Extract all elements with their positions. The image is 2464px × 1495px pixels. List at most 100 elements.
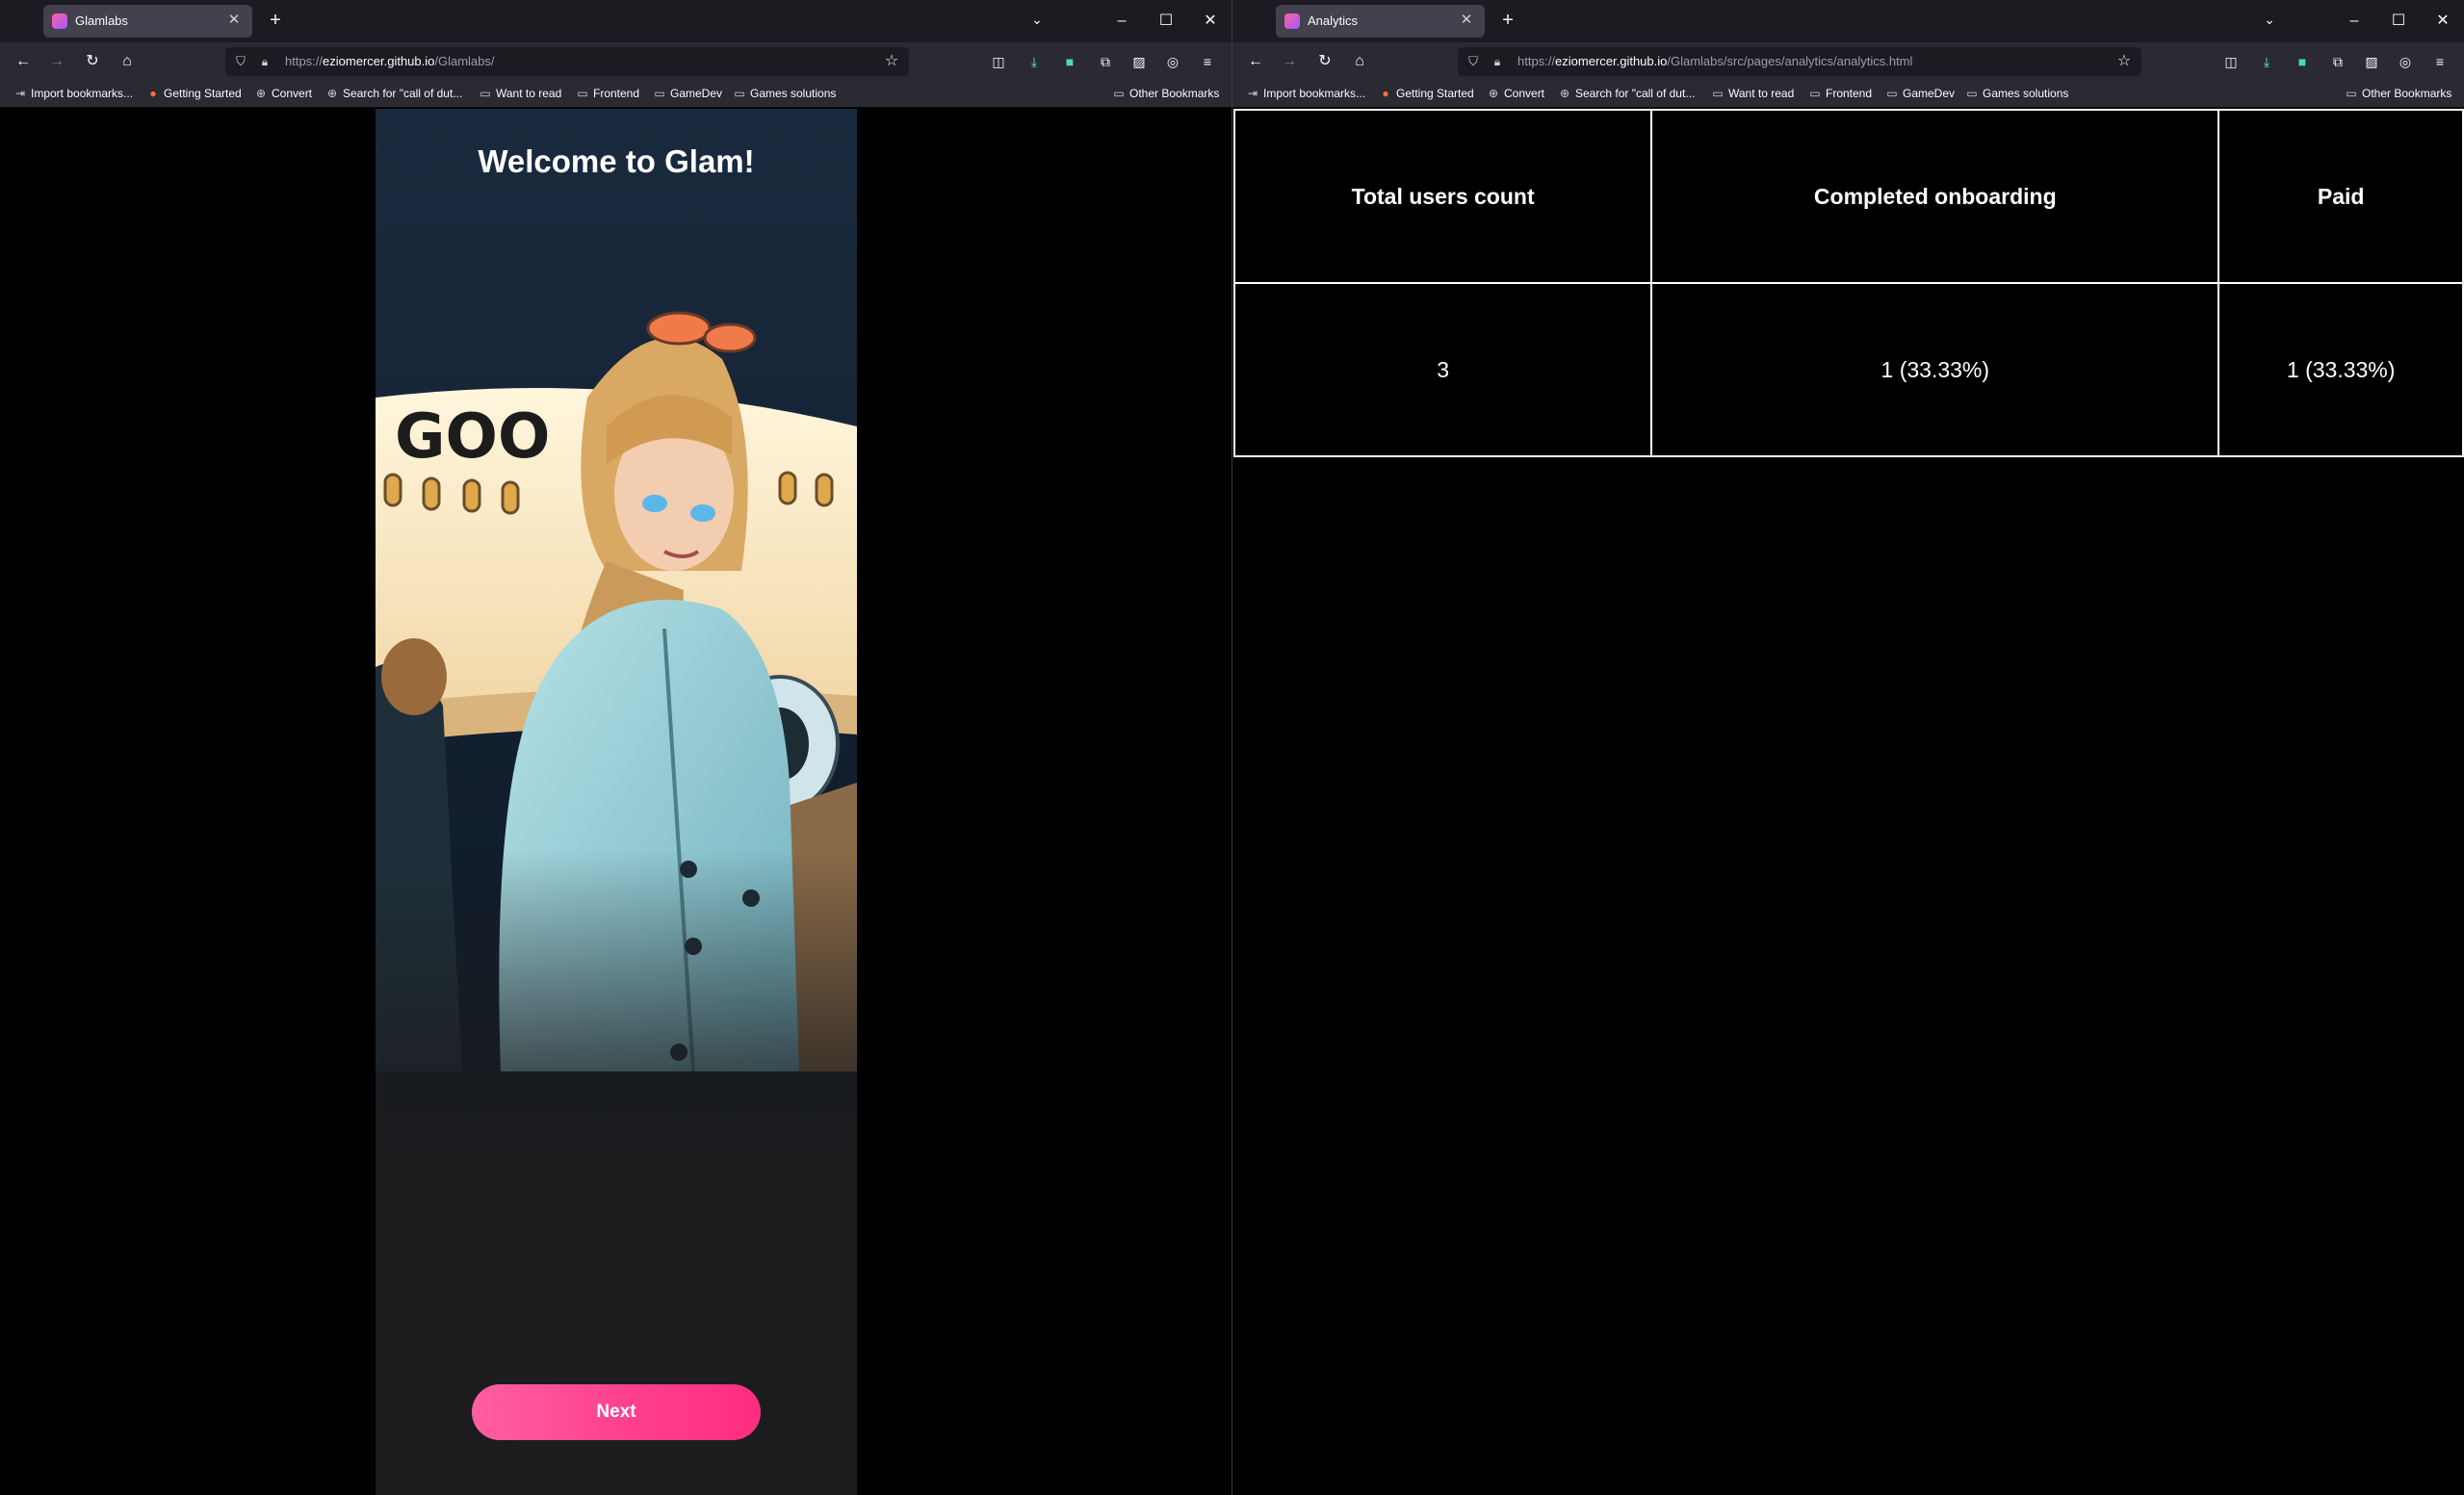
chevron-down-icon[interactable]: ⌄: [2260, 12, 2279, 31]
forward-arrow-icon[interactable]: →: [1277, 49, 1302, 74]
bookmark-search[interactable]: ⊕ Search for "call of dut...: [325, 87, 462, 100]
pocket-icon[interactable]: ◫: [988, 51, 1009, 72]
bookmark-folder-want-to-read[interactable]: ▭ Want to read: [1711, 87, 1794, 100]
browser-window-analytics: Analytics ✕ + ⌄ – ☐ ✕ ← → ↻ ⌂ ⛉ 🔒︎ https…: [1232, 0, 2464, 1495]
firefox-icon: ●: [149, 87, 157, 100]
bookmark-convert[interactable]: ⊕ Convert: [254, 87, 312, 100]
header-completed-onboarding: Completed onboarding: [1650, 109, 2220, 284]
window-close-icon[interactable]: ✕: [1197, 8, 1224, 35]
globe-icon: ⊕: [326, 87, 338, 100]
glasses-icon[interactable]: ◎: [2395, 51, 2416, 72]
folder-icon: ▭: [1886, 87, 1898, 100]
image-extension-icon[interactable]: ▨: [2361, 51, 2382, 72]
close-icon[interactable]: ✕: [1456, 10, 1477, 31]
bookmark-getting-started[interactable]: ● Getting Started: [146, 87, 241, 100]
bookmark-other-bookmarks[interactable]: ▭ Other Bookmarks: [1112, 87, 1219, 100]
extensions-icon[interactable]: ⧉: [1095, 51, 1116, 72]
close-icon[interactable]: ✕: [223, 10, 245, 31]
bookmark-folder-games-solutions[interactable]: ▭ Games solutions: [1965, 87, 2068, 100]
page-title: Welcome to Glam!: [478, 143, 755, 179]
extension-icon[interactable]: ■: [1059, 51, 1080, 72]
firefox-icon: ●: [1382, 87, 1389, 100]
download-icon[interactable]: ⤓: [2256, 51, 2277, 72]
minimize-icon[interactable]: –: [1108, 8, 1135, 35]
header-total-users: Total users count: [1232, 109, 1653, 284]
url-text[interactable]: https://eziomercer.github.io/Glamlabs/sr…: [1517, 54, 1912, 68]
star-icon[interactable]: ☆: [2114, 52, 2134, 71]
new-tab-button[interactable]: +: [264, 10, 287, 33]
address-bar[interactable]: ⛉ 🔒︎ https://eziomercer.github.io/Glamla…: [1458, 47, 2141, 76]
globe-icon: ⊕: [255, 87, 267, 100]
maximize-icon[interactable]: ☐: [1153, 8, 1180, 35]
reload-icon[interactable]: ↻: [80, 49, 105, 74]
folder-icon: ▭: [734, 87, 745, 100]
pocket-icon[interactable]: ◫: [2220, 51, 2242, 72]
home-icon[interactable]: ⌂: [1347, 49, 1372, 74]
bookmark-convert[interactable]: ⊕ Convert: [1487, 87, 1544, 100]
back-arrow-icon[interactable]: ←: [1243, 49, 1268, 74]
url-text[interactable]: https://eziomercer.github.io/Glamlabs/: [285, 54, 495, 68]
star-icon[interactable]: ☆: [882, 52, 901, 71]
tab-strip: Analytics ✕ + ⌄ – ☐ ✕: [1232, 0, 2464, 42]
folder-icon: ▭: [2346, 87, 2357, 100]
image-extension-icon[interactable]: ▨: [1128, 51, 1150, 72]
shield-icon[interactable]: ⛉: [1465, 53, 1482, 70]
extensions-icon[interactable]: ⧉: [2327, 51, 2348, 72]
folder-icon: ▭: [1966, 87, 1978, 100]
table-header-row: Total users count Completed onboarding P…: [1232, 109, 2464, 284]
navigation-bar: ← → ↻ ⌂ ⛉ 🔒︎ https://eziomercer.github.i…: [1232, 42, 2464, 81]
browser-window-glamlabs: Glamlabs ✕ + ⌄ – ☐ ✕ ← → ↻ ⌂ ⛉ 🔒︎ https:…: [0, 0, 1232, 1495]
globe-icon: ⊕: [1559, 87, 1570, 100]
bookmark-folder-gamedev[interactable]: ▭ GameDev: [653, 87, 722, 100]
bookmarks-bar: ⇥ Import bookmarks... ● Getting Started ⊕ C…: [1232, 81, 2464, 108]
window-close-icon[interactable]: ✕: [2429, 8, 2456, 35]
chevron-down-icon[interactable]: ⌄: [1027, 12, 1047, 31]
tab-title: Analytics: [1308, 13, 1359, 28]
table-row: 3 1 (33.33%) 1 (33.33%): [1232, 282, 2464, 457]
analytics-table: Total users count Completed onboarding P…: [1232, 109, 2464, 457]
next-button[interactable]: Next: [472, 1384, 761, 1440]
import-icon: ⇥: [14, 87, 26, 100]
bookmark-folder-frontend[interactable]: ▭ Frontend: [1808, 87, 1872, 100]
folder-icon: ▭: [1809, 87, 1821, 100]
onboarding-illustration: GOO: [376, 109, 857, 1168]
bookmarks-bar: ⇥ Import bookmarks... ● Getting Started ⊕ C…: [0, 81, 1232, 108]
bookmark-other-bookmarks[interactable]: ▭ Other Bookmarks: [2345, 87, 2451, 100]
download-icon[interactable]: ⤓: [1024, 51, 1045, 72]
folder-icon: ▭: [1712, 87, 1724, 100]
navigation-bar: ← → ↻ ⌂ ⛉ 🔒︎ https://eziomercer.github.i…: [0, 42, 1232, 81]
home-icon[interactable]: ⌂: [115, 49, 140, 74]
maximize-icon[interactable]: ☐: [2385, 8, 2412, 35]
tab-analytics[interactable]: Analytics ✕: [1276, 5, 1485, 38]
shield-icon[interactable]: ⛉: [232, 53, 249, 70]
tab-glamlabs[interactable]: Glamlabs ✕: [43, 5, 252, 38]
glasses-icon[interactable]: ◎: [1162, 51, 1183, 72]
bookmark-import[interactable]: ⇥ Import bookmarks...: [1246, 87, 1365, 100]
import-icon: ⇥: [1247, 87, 1258, 100]
extension-icon[interactable]: ■: [2292, 51, 2313, 72]
back-arrow-icon[interactable]: ←: [11, 49, 36, 74]
bookmark-import[interactable]: ⇥ Import bookmarks...: [13, 87, 133, 100]
menu-icon[interactable]: ≡: [2429, 51, 2451, 72]
lock-icon[interactable]: 🔒︎: [1489, 53, 1506, 70]
bookmark-folder-gamedev[interactable]: ▭ GameDev: [1885, 87, 1955, 100]
lock-icon[interactable]: 🔒︎: [256, 53, 273, 70]
favicon-icon: [1284, 13, 1300, 29]
new-tab-button[interactable]: +: [1496, 10, 1519, 33]
bookmark-getting-started[interactable]: ● Getting Started: [1379, 87, 1473, 100]
menu-icon[interactable]: ≡: [1197, 51, 1218, 72]
header-paid: Paid: [2218, 109, 2464, 284]
folder-icon: ▭: [577, 87, 588, 100]
bookmark-folder-frontend[interactable]: ▭ Frontend: [576, 87, 639, 100]
address-bar[interactable]: ⛉ 🔒︎ https://eziomercer.github.io/Glamla…: [225, 47, 909, 76]
globe-icon: ⊕: [1488, 87, 1499, 100]
page-content: Total users count Completed onboarding P…: [1232, 109, 2464, 1495]
bookmark-folder-want-to-read[interactable]: ▭ Want to read: [479, 87, 561, 100]
folder-icon: ▭: [480, 87, 491, 100]
bookmark-folder-games-solutions[interactable]: ▭ Games solutions: [733, 87, 836, 100]
bookmark-search[interactable]: ⊕ Search for "call of dut...: [1558, 87, 1695, 100]
minimize-icon[interactable]: –: [2341, 8, 2368, 35]
forward-arrow-icon[interactable]: →: [44, 49, 69, 74]
reload-icon[interactable]: ↻: [1312, 49, 1337, 74]
favicon-icon: [52, 13, 67, 29]
